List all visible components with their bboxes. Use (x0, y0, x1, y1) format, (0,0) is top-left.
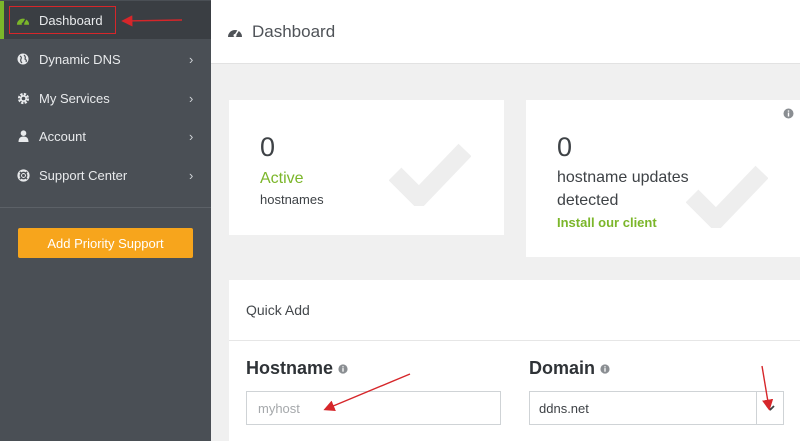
hostname-label: Hostname (246, 358, 348, 379)
quick-add-title: Quick Add (246, 302, 310, 318)
sidebar: Dashboard Dynamic DNS › My Services › Ac… (0, 0, 211, 441)
chevron-right-icon: › (189, 128, 194, 144)
active-count: 0 (260, 132, 276, 162)
sidebar-item-support-center[interactable]: Support Center › (0, 156, 211, 194)
chevron-right-icon: › (189, 90, 194, 106)
sidebar-divider (0, 207, 211, 208)
active-status: Active (260, 170, 304, 187)
user-icon (16, 129, 30, 143)
sidebar-item-account[interactable]: Account › (0, 117, 211, 155)
annotation-highlight-box (9, 6, 116, 34)
quick-add-header: Quick Add (229, 280, 800, 341)
sidebar-item-label: Support Center (39, 167, 128, 183)
hostname-label-text: Hostname (246, 358, 334, 378)
sidebar-item-my-services[interactable]: My Services › (0, 79, 211, 117)
updates-label: hostname updates detected (557, 169, 689, 209)
updates-count: 0 (557, 132, 573, 162)
chevron-right-icon: › (189, 167, 194, 183)
active-hostnames-card: 0 Active hostnames (229, 100, 504, 235)
domain-label: Domain (529, 358, 610, 379)
chevron-down-icon[interactable] (756, 392, 783, 424)
globe-icon (16, 52, 30, 66)
sidebar-item-label: My Services (39, 90, 110, 106)
page-title: Dashboard (252, 21, 336, 41)
quick-add-panel: Quick Add Hostname Domain myhost ddns.ne… (229, 280, 800, 441)
dashboard-icon (227, 25, 243, 38)
chevron-right-icon: › (189, 51, 194, 67)
domain-info-icon[interactable] (600, 363, 610, 374)
hostname-info-icon[interactable] (338, 363, 348, 374)
active-label: hostnames (260, 192, 324, 207)
sidebar-item-dynamic-dns[interactable]: Dynamic DNS › (0, 40, 211, 78)
page-header: Dashboard (211, 0, 800, 64)
checkmark-icon (389, 143, 471, 206)
info-icon[interactable] (783, 108, 794, 119)
hostname-placeholder: myhost (258, 400, 300, 416)
hostname-updates-card: 0 hostname updates detected Install our … (526, 100, 800, 257)
domain-select[interactable]: ddns.net (529, 391, 784, 425)
hostname-input[interactable]: myhost (246, 391, 501, 425)
add-priority-support-button[interactable]: Add Priority Support (18, 228, 193, 258)
domain-value: ddns.net (539, 400, 589, 416)
install-client-link[interactable]: Install our client (557, 215, 657, 230)
domain-label-text: Domain (529, 358, 596, 378)
gear-icon (16, 91, 30, 105)
lifebuoy-icon (16, 168, 30, 182)
sidebar-item-label: Account (39, 128, 86, 144)
sidebar-item-label: Dynamic DNS (39, 51, 121, 67)
